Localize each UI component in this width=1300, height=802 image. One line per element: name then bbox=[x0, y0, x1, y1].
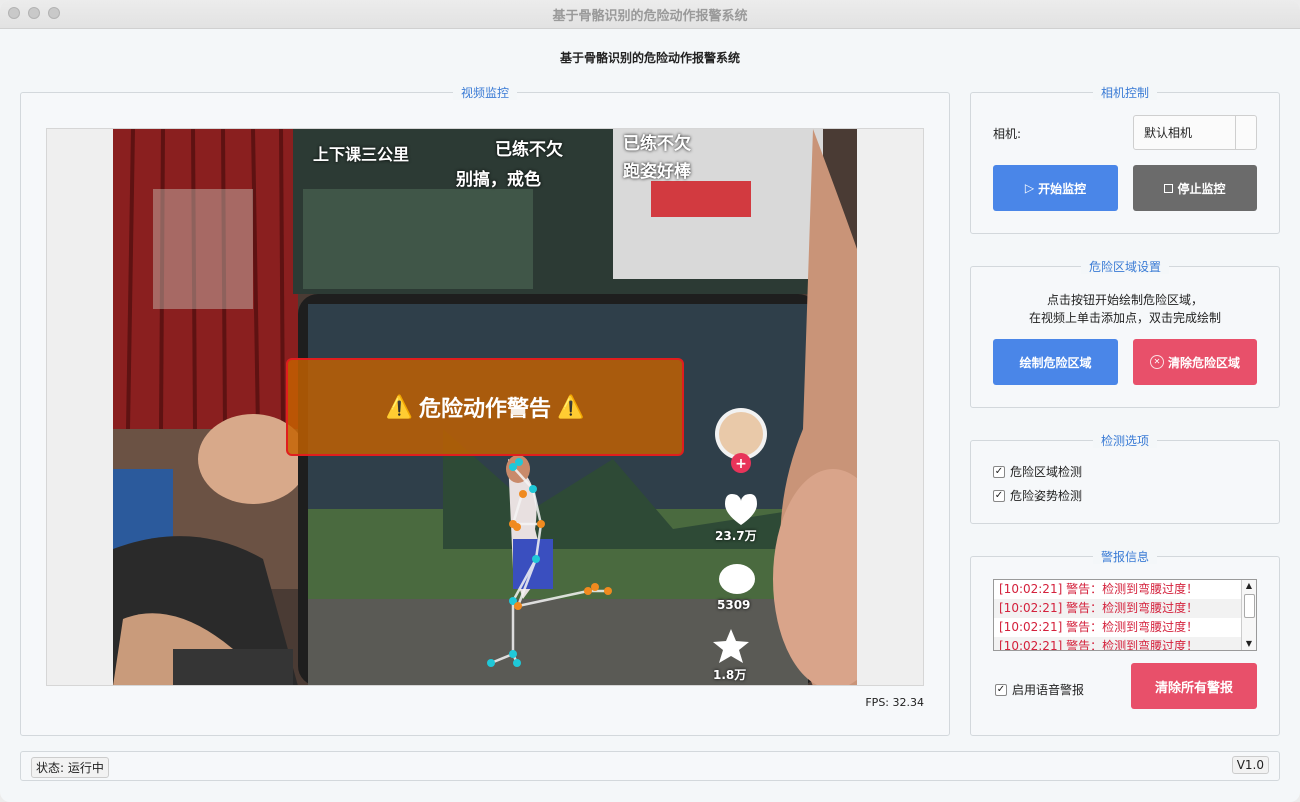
overlay-text: 上下课三公里 bbox=[313, 145, 410, 164]
warning-triangle-icon: ⚠️ bbox=[385, 394, 413, 420]
alert-info-group: 警报信息 [10:02:21] 警告：检测到弯腰过度！ [10:02:21] 警… bbox=[970, 550, 1280, 736]
alert-item[interactable]: [10:02:21] 警告：检测到弯腰过度！ bbox=[994, 618, 1256, 637]
danger-zone-group: 危险区域设置 点击按钮开始绘制危险区域， 在视频上单击添加点，双击完成绘制 绘制… bbox=[970, 260, 1280, 408]
clear-zone-button[interactable]: ✕ 清除危险区域 bbox=[1133, 339, 1257, 385]
zone-hint-line1: 点击按钮开始绘制危险区域， bbox=[1046, 293, 1203, 307]
overlay-text: 已练不欠 bbox=[623, 134, 691, 154]
stop-monitor-button[interactable]: 停止监控 bbox=[1133, 165, 1257, 211]
svg-text:+: + bbox=[735, 456, 747, 472]
camera-select-value: 默认相机 bbox=[1144, 126, 1193, 140]
danger-warning-banner: ⚠️ 危险动作警告 ⚠️ bbox=[286, 358, 684, 456]
scroll-up-icon[interactable]: ▲ bbox=[1242, 580, 1256, 592]
stop-icon bbox=[1164, 183, 1174, 193]
zone-detect-checkbox[interactable]: ✓ bbox=[993, 465, 1005, 478]
camera-control-group: 相机控制 相机: 默认相机 ▷ 开始监控 停止监控 bbox=[970, 86, 1280, 234]
camera-select[interactable]: 默认相机 bbox=[1133, 115, 1257, 150]
pose-detect-option[interactable]: ✓ 危险姿势检测 bbox=[993, 487, 1082, 504]
video-frame[interactable]: + 上下课三公里 已练不欠 已练不欠 别搞，戒色 跑姿好棒 23.7万 5309… bbox=[113, 129, 857, 685]
voice-alert-checkbox[interactable]: ✓ bbox=[995, 683, 1007, 696]
app-title: 基于骨骼识别的危险动作报警系统 bbox=[559, 51, 740, 65]
overlay-text: 跑姿好棒 bbox=[623, 162, 691, 182]
zone-group-title: 危险区域设置 bbox=[1080, 260, 1169, 274]
status-text: 状态: 运行中 bbox=[31, 757, 109, 778]
favorite-count: 1.8万 bbox=[713, 668, 747, 682]
fps-label: FPS: 32.34 bbox=[865, 696, 924, 709]
alert-group-title: 警报信息 bbox=[1092, 550, 1157, 564]
pose-detect-checkbox[interactable]: ✓ bbox=[993, 489, 1005, 502]
pose-detect-label: 危险姿势检测 bbox=[1010, 489, 1083, 503]
alert-item[interactable]: [10:02:21] 警告：检测到弯腰过度！ bbox=[994, 637, 1256, 650]
draw-zone-button[interactable]: 绘制危险区域 bbox=[993, 339, 1118, 385]
alert-item[interactable]: [10:02:21] 警告：检测到弯腰过度！ bbox=[994, 580, 1256, 599]
overlay-text: 别搞，戒色 bbox=[456, 170, 541, 190]
zone-detect-label: 危险区域检测 bbox=[1010, 465, 1083, 479]
voice-alert-option[interactable]: ✓ 启用语音警报 bbox=[995, 681, 1084, 698]
video-group-title: 视频监控 bbox=[452, 86, 517, 100]
clear-all-alerts-label: 清除所有警报 bbox=[1154, 680, 1233, 696]
zone-detect-option[interactable]: ✓ 危险区域检测 bbox=[993, 463, 1082, 480]
video-display[interactable]: + 上下课三公里 已练不欠 已练不欠 别搞，戒色 跑姿好棒 23.7万 5309… bbox=[46, 128, 924, 686]
comment-count: 5309 bbox=[717, 598, 751, 612]
chevron-down-icon[interactable] bbox=[1235, 116, 1256, 149]
zone-hint-line2: 在视频上单击添加点，双击完成绘制 bbox=[1028, 311, 1221, 325]
alert-rows: [10:02:21] 警告：检测到弯腰过度！ [10:02:21] 警告：检测到… bbox=[994, 580, 1256, 650]
window-title: 基于骨骼识别的危险动作报警系统 bbox=[552, 9, 748, 24]
like-count: 23.7万 bbox=[715, 529, 757, 543]
stop-monitor-label: 停止监控 bbox=[1177, 181, 1226, 196]
voice-alert-label: 启用语音警报 bbox=[1012, 683, 1085, 697]
video-monitor-group: 视频监控 + 上下课三公里 已练不欠 已练不欠 别搞，戒色 跑姿好棒 23.7万… bbox=[20, 86, 950, 736]
detection-options-group: 检测选项 ✓ 危险区域检测 ✓ 危险姿势检测 bbox=[970, 434, 1280, 524]
camera-group-title: 相机控制 bbox=[1092, 86, 1157, 100]
scroll-thumb[interactable] bbox=[1244, 594, 1255, 618]
alert-list-scrollbar[interactable]: ▲ ▼ bbox=[1241, 580, 1256, 650]
draw-zone-label: 绘制危险区域 bbox=[1019, 355, 1092, 370]
overlay-text: 已练不欠 bbox=[495, 140, 563, 160]
clear-zone-label: 清除危险区域 bbox=[1167, 355, 1240, 370]
start-monitor-button[interactable]: ▷ 开始监控 bbox=[993, 165, 1118, 211]
status-bar: 状态: 运行中 V1.0 bbox=[20, 751, 1280, 781]
detect-group-title: 检测选项 bbox=[1092, 434, 1157, 448]
title-bar: 基于骨骼识别的危险动作报警系统 bbox=[0, 0, 1300, 29]
alert-item[interactable]: [10:02:21] 警告：检测到弯腰过度！ bbox=[994, 599, 1256, 618]
camera-label: 相机: bbox=[993, 127, 1022, 141]
scroll-down-icon[interactable]: ▼ bbox=[1242, 638, 1256, 650]
alert-list[interactable]: [10:02:21] 警告：检测到弯腰过度！ [10:02:21] 警告：检测到… bbox=[993, 579, 1257, 651]
start-monitor-label: 开始监控 bbox=[1038, 181, 1087, 196]
warning-text: 危险动作警告 bbox=[418, 397, 551, 422]
warning-triangle-icon: ⚠️ bbox=[557, 394, 585, 420]
clear-circle-icon: ✕ bbox=[1149, 355, 1164, 369]
clear-all-alerts-button[interactable]: 清除所有警报 bbox=[1131, 663, 1257, 709]
app-window: 基于骨骼识别的危险动作报警系统 基于骨骼识别的危险动作报警系统 视频监控 + 上… bbox=[0, 0, 1300, 802]
version-label: V1.0 bbox=[1231, 756, 1269, 774]
play-icon: ▷ bbox=[1024, 181, 1035, 195]
